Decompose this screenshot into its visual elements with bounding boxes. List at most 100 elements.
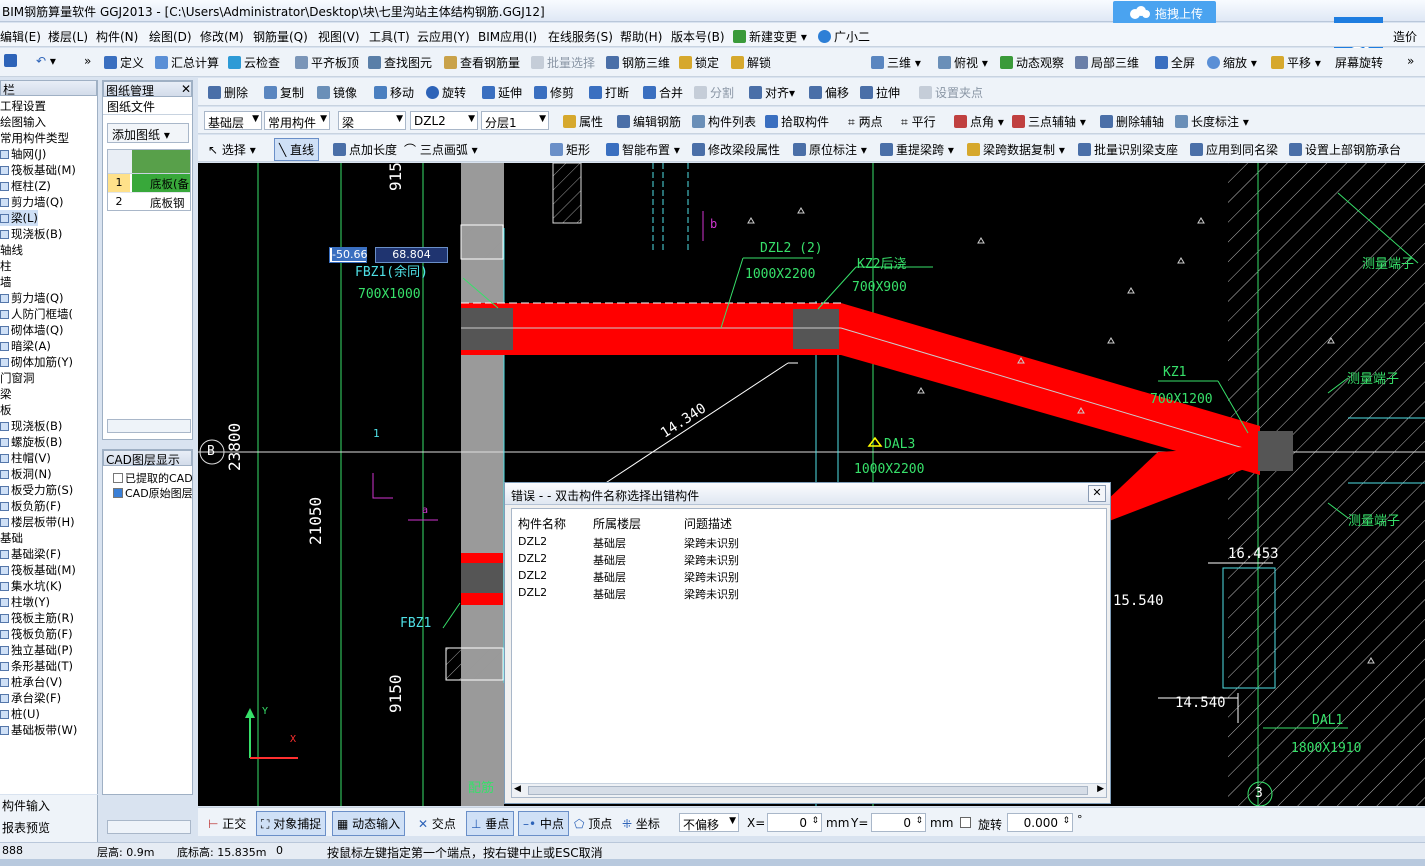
coordinate-snap[interactable]: ⁜ 坐标 bbox=[622, 815, 660, 832]
menu-modify[interactable]: 修改(M) bbox=[200, 28, 244, 45]
object-snap-toggle[interactable]: ⛶ 对象捕捉 bbox=[256, 811, 327, 836]
error-row[interactable]: DZL2 基础层 梁跨未识别 bbox=[512, 586, 1102, 602]
tree-item[interactable]: 墙 bbox=[0, 274, 12, 290]
toolbar-main-chevron[interactable]: » bbox=[1407, 54, 1414, 68]
three-point-arc-button[interactable]: ⌒ 三点画弧 ▾ bbox=[404, 141, 478, 158]
parallel-button[interactable]: ⌗ 平行 bbox=[901, 113, 936, 130]
sum-calc-button[interactable]: 汇总计算 bbox=[155, 54, 219, 71]
tree-item[interactable]: 筏板主筋(R) bbox=[0, 610, 74, 626]
tree-item[interactable]: 基础板带(W) bbox=[0, 722, 77, 738]
tree-item[interactable]: 人防门框墙( bbox=[0, 306, 73, 322]
error-row[interactable]: DZL2 基础层 梁跨未识别 bbox=[512, 535, 1102, 551]
rotate-checkbox[interactable] bbox=[960, 817, 971, 828]
modify-beam-prop-button[interactable]: 修改梁段属性 bbox=[692, 141, 780, 158]
undo-button[interactable]: ↶ ▾ bbox=[36, 54, 56, 68]
cad-layer-original[interactable]: CAD原始图层 bbox=[113, 485, 193, 501]
column-kz1[interactable] bbox=[1258, 431, 1293, 471]
tree-item[interactable]: 板洞(N) bbox=[0, 466, 52, 482]
two-point-button[interactable]: ⌗ 两点 bbox=[848, 113, 883, 130]
stretch-button[interactable]: 拉伸 bbox=[860, 84, 900, 101]
tree-item[interactable]: 门窗洞 bbox=[0, 370, 35, 386]
select-button[interactable]: ↖ 选择 ▾ bbox=[208, 141, 256, 158]
report-preview-tab[interactable]: 报表预览 bbox=[2, 819, 50, 836]
overflow-chevron[interactable]: » bbox=[84, 54, 91, 68]
menu-help[interactable]: 帮助(H) bbox=[620, 28, 662, 45]
move-button[interactable]: 移动 bbox=[374, 84, 414, 101]
component-name-select[interactable]: DZL2 ▼ bbox=[410, 111, 478, 130]
add-drawing-button[interactable]: 添加图纸 ▾ bbox=[107, 123, 189, 143]
tree-item[interactable]: 现浇板(B) bbox=[0, 418, 62, 434]
tree-item[interactable]: 承台梁(F) bbox=[0, 690, 61, 706]
error-dialog-close-button[interactable]: ✕ bbox=[1088, 485, 1106, 502]
tree-item[interactable]: 柱墩(Y) bbox=[0, 594, 50, 610]
tree-item[interactable]: 筏板基础(M) bbox=[0, 162, 76, 178]
tree-item[interactable]: 柱 bbox=[0, 258, 12, 274]
3d-view-button[interactable]: 三维 ▾ bbox=[871, 54, 921, 71]
tree-item[interactable]: 柱帽(V) bbox=[0, 450, 51, 466]
length-dim-button[interactable]: 长度标注 ▾ bbox=[1175, 113, 1249, 130]
tree-item[interactable]: 桩(U) bbox=[0, 706, 40, 722]
column-fbz1[interactable] bbox=[461, 308, 513, 350]
tree-item[interactable]: 剪力墙(Q) bbox=[0, 290, 64, 306]
tree-item[interactable]: 现浇板(B) bbox=[0, 226, 62, 242]
flush-slab-button[interactable]: 平齐板顶 bbox=[295, 54, 359, 71]
y-offset-input[interactable]: 0 ⇕ bbox=[871, 813, 926, 832]
menu-version[interactable]: 版本号(B) bbox=[671, 28, 725, 45]
menu-edit[interactable]: 编辑(E) bbox=[0, 28, 41, 45]
orbit-button[interactable]: 动态观察 bbox=[1000, 54, 1064, 71]
span-data-copy-button[interactable]: 梁跨数据复制 ▾ bbox=[967, 141, 1065, 158]
cad-layer-extracted[interactable]: 已提取的CAD bbox=[113, 470, 193, 486]
beam-dzl2[interactable] bbox=[461, 303, 841, 355]
tree-item[interactable]: 板受力筋(S) bbox=[0, 482, 73, 498]
set-grip-button[interactable]: 设置夹点 bbox=[919, 84, 983, 101]
point-length-button[interactable]: 点加长度 bbox=[333, 141, 397, 158]
midpoint-snap[interactable]: –• 中点 bbox=[518, 811, 569, 836]
rebar-3d-button[interactable]: 钢筋三维 bbox=[606, 54, 670, 71]
scroll-left-icon[interactable]: ◀ bbox=[514, 784, 521, 794]
upload-button[interactable]: 拖拽上传 bbox=[1113, 1, 1216, 24]
ortho-toggle[interactable]: ⊢ 正交 bbox=[208, 815, 246, 832]
x-offset-input[interactable]: 0 ⇕ bbox=[767, 813, 822, 832]
cloud-check-button[interactable]: 云检查 bbox=[228, 54, 280, 71]
find-element-button[interactable]: 查找图元 bbox=[368, 54, 432, 71]
perpendicular-snap[interactable]: ⊥ 垂点 bbox=[466, 811, 515, 836]
column-fbz1-lower[interactable] bbox=[461, 563, 503, 593]
component-category-select[interactable]: 梁 ▼ bbox=[338, 111, 406, 130]
tree-item[interactable]: 轴线 bbox=[0, 242, 23, 258]
dynamic-input-toggle[interactable]: ▦ 动态输入 bbox=[332, 811, 406, 836]
batch-select-button[interactable]: 批量选择 bbox=[531, 54, 595, 71]
menu-bim[interactable]: BIM应用(I) bbox=[478, 28, 537, 45]
drawing-file-tab[interactable]: 图纸文件 bbox=[103, 97, 192, 115]
mirror-button[interactable]: 镜像 bbox=[317, 84, 357, 101]
tree-item[interactable]: 集水坑(K) bbox=[0, 578, 62, 594]
define-button[interactable]: 定义 bbox=[104, 54, 144, 71]
component-input-tab[interactable]: 构件输入 bbox=[2, 797, 50, 814]
menu-assistant[interactable]: 广小二 bbox=[818, 28, 870, 45]
tree-item[interactable]: 常用构件类型 bbox=[0, 130, 69, 146]
intersection-snap[interactable]: ✕ 交点 bbox=[418, 815, 456, 832]
top-view-button[interactable]: 俯视 ▾ bbox=[938, 54, 988, 71]
tree-item[interactable]: 绘图输入 bbox=[0, 114, 46, 130]
tree-item[interactable]: 基础梁(F) bbox=[0, 546, 61, 562]
menu-online[interactable]: 在线服务(S) bbox=[548, 28, 613, 45]
extend-button[interactable]: 延伸 bbox=[482, 84, 522, 101]
re-extract-span-button[interactable]: 重提梁跨 ▾ bbox=[880, 141, 954, 158]
drawing-row[interactable]: 2 底板钢 bbox=[108, 193, 190, 211]
rotate-angle-input[interactable]: 0.000 ⇕ bbox=[1007, 813, 1073, 832]
delete-axis-button[interactable]: 删除辅轴 bbox=[1100, 113, 1164, 130]
tree-item[interactable]: 螺旋板(B) bbox=[0, 434, 62, 450]
menu-new-change[interactable]: 新建变更 ▾ bbox=[733, 28, 807, 45]
tree-item[interactable]: 桩承台(V) bbox=[0, 674, 62, 690]
floor-select[interactable]: 基础层 ▼ bbox=[204, 111, 262, 130]
tree-item[interactable]: 工程设置 bbox=[0, 98, 46, 114]
menu-cloud[interactable]: 云应用(Y) bbox=[417, 28, 470, 45]
error-row[interactable]: DZL2 基础层 梁跨未识别 bbox=[512, 569, 1102, 585]
properties-button[interactable]: 属性 bbox=[563, 113, 603, 130]
tree-item[interactable]: 筏板负筋(F) bbox=[0, 626, 73, 642]
tree-item[interactable]: 砌体加筋(Y) bbox=[0, 354, 73, 370]
tree-item[interactable]: 独立基础(P) bbox=[0, 642, 73, 658]
drawing-hscroll[interactable] bbox=[107, 419, 191, 433]
layer-select[interactable]: 分层1 ▼ bbox=[481, 111, 549, 130]
line-button[interactable]: ╲ 直线 bbox=[274, 138, 320, 161]
in-situ-mark-button[interactable]: 原位标注 ▾ bbox=[793, 141, 867, 158]
